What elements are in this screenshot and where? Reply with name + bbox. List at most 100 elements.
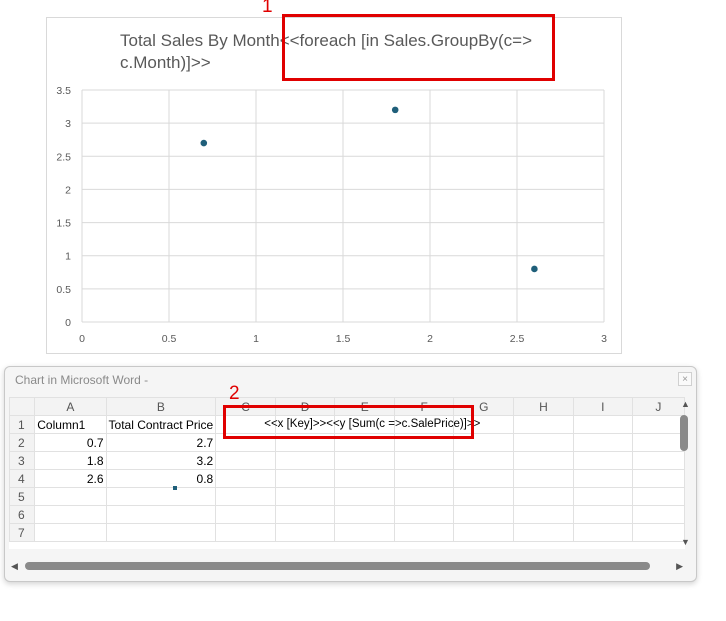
cell-b2[interactable]: 2.7 [105, 433, 217, 452]
row-header-4[interactable]: 4 [9, 469, 36, 488]
cell-b1[interactable]: Total Contract Price [105, 415, 217, 434]
cell[interactable] [513, 433, 574, 452]
data-point [200, 139, 208, 147]
cell[interactable] [34, 487, 107, 506]
y-tick-label: 3.5 [56, 85, 71, 97]
x-tick-label: 2 [427, 333, 433, 345]
horizontal-scroll-thumb[interactable] [25, 562, 650, 570]
cell[interactable] [513, 451, 574, 470]
cell[interactable] [572, 433, 633, 452]
scroll-left-arrow-icon[interactable]: ◀ [11, 561, 18, 572]
cell[interactable] [334, 487, 395, 506]
x-tick-label: 2.5 [510, 333, 525, 345]
y-tick-label: 0.5 [56, 284, 71, 296]
row-header-3[interactable]: 3 [9, 451, 36, 470]
cell[interactable] [631, 433, 685, 452]
table-row: 4 2.6 0.8 [9, 469, 685, 488]
table-row: 5 [9, 487, 685, 506]
table-row: 7 [9, 523, 685, 542]
cell-a4[interactable]: 2.6 [34, 469, 107, 488]
callout-number-1: 1 [262, 0, 273, 17]
scroll-down-arrow-icon[interactable]: ▼ [681, 537, 690, 547]
scroll-right-arrow-icon[interactable]: ▶ [676, 561, 683, 572]
cell[interactable] [105, 523, 217, 542]
cell[interactable] [572, 469, 633, 488]
cell-a2[interactable]: 0.7 [34, 433, 107, 452]
cell[interactable] [513, 487, 574, 506]
cell[interactable] [631, 505, 685, 524]
cell[interactable] [631, 523, 685, 542]
cell-b4[interactable]: 0.8 [105, 469, 217, 488]
cell[interactable] [34, 523, 107, 542]
column-header-b[interactable]: B [105, 397, 217, 416]
cell-a3[interactable]: 1.8 [34, 451, 107, 470]
close-button[interactable]: × [678, 372, 692, 386]
row-header-6[interactable]: 6 [9, 505, 36, 524]
cell[interactable] [453, 451, 515, 470]
cell[interactable] [572, 451, 633, 470]
cell[interactable] [393, 469, 455, 488]
vertical-scroll-thumb[interactable] [680, 415, 688, 451]
x-tick-label: 0 [79, 333, 85, 345]
y-tick-label: 2 [65, 184, 71, 196]
cell[interactable] [334, 469, 395, 488]
cell[interactable] [274, 505, 336, 524]
cell[interactable] [215, 469, 276, 488]
data-point [391, 106, 399, 114]
column-header-h[interactable]: H [513, 397, 574, 416]
cell[interactable] [215, 487, 276, 506]
cell[interactable] [393, 487, 455, 506]
cell-a1[interactable]: Column1 [34, 415, 107, 434]
row-header-7[interactable]: 7 [9, 523, 36, 542]
cell[interactable] [393, 451, 455, 470]
cell[interactable] [572, 487, 633, 506]
row-header-5[interactable]: 5 [9, 487, 36, 506]
cell[interactable] [215, 523, 276, 542]
y-tick-label: 1 [65, 251, 71, 263]
cell[interactable] [631, 469, 685, 488]
cell[interactable] [274, 487, 336, 506]
row-header-1[interactable]: 1 [9, 415, 36, 434]
range-resize-handle[interactable] [173, 486, 177, 490]
cell[interactable] [631, 487, 685, 506]
column-header-a[interactable]: A [34, 397, 107, 416]
x-tick-label: 0.5 [162, 333, 177, 345]
cell[interactable] [631, 451, 685, 470]
cell[interactable] [105, 487, 217, 506]
cell[interactable] [334, 451, 395, 470]
cell-i1[interactable] [572, 415, 633, 434]
cell[interactable] [572, 505, 633, 524]
cell[interactable] [453, 487, 515, 506]
cell[interactable] [274, 469, 336, 488]
cell[interactable] [274, 451, 336, 470]
cell[interactable] [453, 505, 515, 524]
cell-h1[interactable] [513, 415, 574, 434]
cell[interactable] [453, 523, 515, 542]
horizontal-scrollbar[interactable]: ◀ ▶ [9, 559, 685, 573]
vertical-scrollbar[interactable]: ▲ ▼ [678, 397, 692, 549]
cell[interactable] [334, 505, 395, 524]
row-header-2[interactable]: 2 [9, 433, 36, 452]
select-all-corner[interactable] [9, 397, 36, 416]
cell[interactable] [513, 505, 574, 524]
cell-j1[interactable] [631, 415, 685, 434]
cell[interactable] [513, 469, 574, 488]
cell[interactable] [215, 505, 276, 524]
x-tick-label: 1 [253, 333, 259, 345]
cell[interactable] [334, 523, 395, 542]
window-title: Chart in Microsoft Word - [15, 373, 149, 387]
cell[interactable] [34, 505, 107, 524]
scroll-up-arrow-icon[interactable]: ▲ [681, 399, 690, 409]
cell[interactable] [393, 523, 455, 542]
cell[interactable] [215, 451, 276, 470]
cell[interactable] [513, 523, 574, 542]
cell[interactable] [572, 523, 633, 542]
cell[interactable] [274, 523, 336, 542]
cell[interactable] [453, 469, 515, 488]
cell-b3[interactable]: 3.2 [105, 451, 217, 470]
cell[interactable] [393, 505, 455, 524]
column-header-j[interactable]: J [631, 397, 685, 416]
column-header-i[interactable]: I [572, 397, 633, 416]
y-tick-label: 0 [65, 317, 71, 329]
cell[interactable] [105, 505, 217, 524]
